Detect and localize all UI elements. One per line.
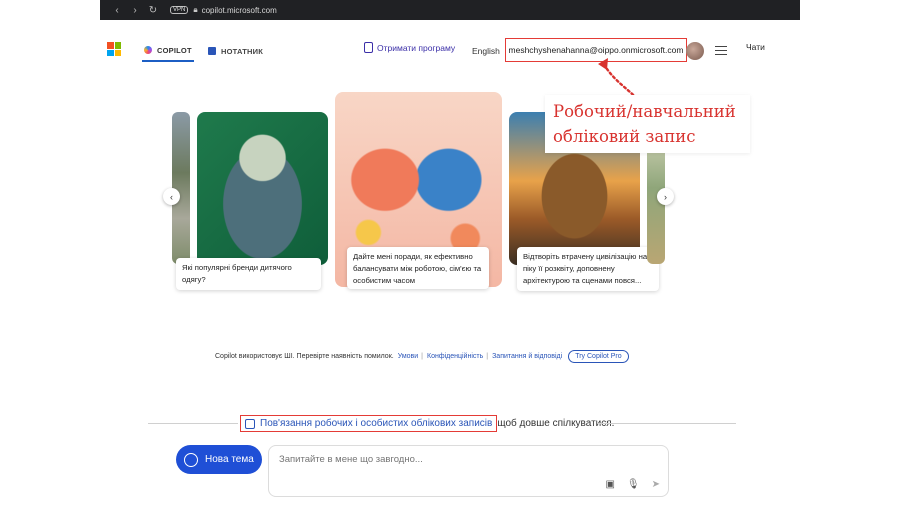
divider-left (148, 423, 238, 424)
reload-icon[interactable]: ↻ (144, 5, 162, 16)
sign-in-icon (245, 418, 255, 429)
chat-input[interactable] (279, 454, 559, 465)
menu-icon[interactable] (715, 46, 727, 57)
carousel-prev-button[interactable]: ‹ (163, 188, 180, 205)
get-app-button[interactable]: Отримати програму (364, 42, 455, 53)
phone-icon (364, 42, 373, 53)
card-caption-text: Дайте мені поради, як ефективно балансув… (353, 252, 482, 285)
chevron-right-icon: › (664, 191, 667, 202)
browser-toolbar: ‹ › ↻ VPN 🔒︎ copilot.microsoft.com (100, 0, 800, 20)
chevron-left-icon: ‹ (170, 191, 173, 202)
new-topic-button[interactable]: Нова тема (176, 445, 262, 474)
annotation-label: Робочий/навчальний обліковий запис (545, 95, 750, 153)
annotation-line-1: Робочий/навчальний (553, 102, 736, 121)
link-accounts-label: Пов'язання робочих і особистих облікових… (260, 418, 493, 429)
chat-input-box[interactable]: ▣ 🎙︎ ➤ (268, 445, 669, 497)
tab-copilot-label: COPILOT (157, 45, 192, 55)
annotation-line-2: обліковий запис (553, 127, 696, 146)
card-caption-civilization[interactable]: Відтворіть втрачену цивілізацію на піку … (517, 247, 659, 291)
separator: | (486, 353, 489, 360)
chats-button[interactable]: Чати (746, 42, 765, 52)
input-actions: ▣ 🎙︎ ➤ (605, 479, 660, 490)
divider-right (598, 423, 736, 424)
link-prompt-rest: щоб довше спілкуватися. (497, 418, 615, 429)
privacy-link[interactable]: Конфіденційність (427, 353, 483, 360)
card-image-clothing[interactable] (197, 112, 328, 265)
faq-link[interactable]: Запитання й відповіді (492, 353, 562, 360)
card-caption-text: Відтворіть втрачену цивілізацію на піку … (523, 252, 648, 285)
microphone-icon[interactable]: 🎙︎ (627, 479, 640, 490)
new-topic-label: Нова тема (205, 454, 254, 465)
microsoft-logo[interactable] (107, 42, 121, 56)
card-caption-text: Які популярні бренди дитячого одягу? (182, 263, 292, 284)
card-caption-work-life[interactable]: Дайте мені поради, як ефективно балансув… (347, 247, 489, 289)
link-accounts-link[interactable]: Пов'язання робочих і особистих облікових… (240, 415, 498, 432)
tab-copilot[interactable]: COPILOT (142, 40, 194, 62)
new-topic-icon (184, 452, 198, 467)
disclaimer-row: Copilot використовує ШІ. Перевірте наявн… (215, 350, 629, 363)
address-bar[interactable]: copilot.microsoft.com (202, 6, 277, 15)
forward-icon[interactable]: › (126, 5, 144, 16)
back-icon[interactable]: ‹ (108, 5, 126, 16)
send-icon[interactable]: ➤ (652, 479, 660, 490)
try-copilot-pro-button[interactable]: Try Copilot Pro (568, 350, 629, 363)
disclaimer-text: Copilot використовує ШІ. Перевірте наявн… (215, 353, 394, 360)
language-button[interactable]: English (472, 46, 500, 56)
lock-icon: 🔒︎ (193, 5, 198, 14)
tab-notebook[interactable]: НОТАТНИК (208, 40, 263, 62)
separator: | (421, 353, 423, 360)
card-caption-clothing[interactable]: Які популярні бренди дитячого одягу? (176, 258, 321, 290)
account-link-prompt: Пов'язання робочих і особистих облікових… (240, 415, 614, 432)
terms-link[interactable]: Умови (398, 353, 418, 360)
top-header: COPILOT НОТАТНИК Отримати програму Engli… (100, 32, 800, 66)
copilot-window: ‹ › ↻ VPN 🔒︎ copilot.microsoft.com COPIL… (100, 0, 800, 506)
carousel-next-button[interactable]: › (657, 188, 674, 205)
avatar[interactable] (686, 42, 704, 60)
image-upload-icon[interactable]: ▣ (605, 479, 614, 490)
tab-notebook-label: НОТАТНИК (221, 46, 263, 56)
vpn-badge[interactable]: VPN (170, 6, 189, 14)
get-app-label: Отримати програму (377, 42, 456, 53)
notebook-icon (208, 47, 216, 55)
copilot-icon (144, 46, 152, 54)
